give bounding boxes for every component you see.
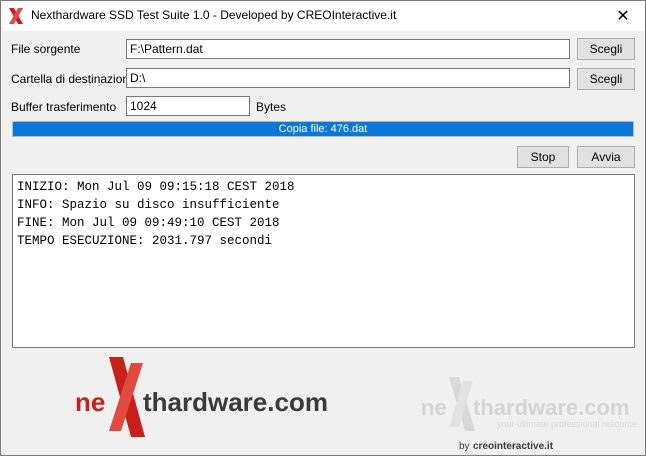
start-button[interactable]: Avvia xyxy=(577,146,635,168)
watermark-tagline: your ultimate professional resource xyxy=(497,419,637,429)
source-file-input[interactable] xyxy=(126,39,570,59)
source-file-label: File sorgente xyxy=(11,42,81,56)
logo-left-suffix: thardware.com xyxy=(143,387,328,417)
watermark-suffix: thardware.com xyxy=(473,395,630,420)
log-line: FINE: Mon Jul 09 09:49:10 CEST 2018 xyxy=(17,216,280,230)
buffer-unit-label: Bytes xyxy=(256,100,287,114)
buffer-size-input[interactable] xyxy=(126,96,250,116)
progress-text: Copia file: 476.dat xyxy=(278,123,368,135)
log-line: INFO: Spazio su disco insufficiente xyxy=(17,198,280,212)
client-area: File sorgente Scegli Cartella di destina… xyxy=(1,31,645,455)
destination-folder-label: Cartella di destinazione xyxy=(11,72,136,86)
destination-folder-input[interactable] xyxy=(126,68,570,88)
close-icon[interactable]: ✕ xyxy=(601,1,645,31)
credit-prefix: by xyxy=(459,441,470,452)
progress-bar: Copia file: 476.dat xyxy=(12,121,634,137)
title-bar[interactable]: Nexthardware SSD Test Suite 1.0 - Develo… xyxy=(1,1,645,31)
buffer-label: Buffer trasferimento xyxy=(11,100,117,114)
log-line: TEMPO ESECUZIONE: 2031.797 secondi xyxy=(17,234,273,248)
destination-browse-button[interactable]: Scegli xyxy=(577,68,635,90)
log-output[interactable]: INIZIO: Mon Jul 09 09:15:18 CEST 2018 INF… xyxy=(12,174,635,348)
app-window: Nexthardware SSD Test Suite 1.0 - Develo… xyxy=(0,0,646,456)
nexthardware-logo: ne thardware.com xyxy=(75,357,328,437)
watermark-prefix: ne xyxy=(421,395,447,420)
log-line: INIZIO: Mon Jul 09 09:15:18 CEST 2018 xyxy=(17,180,295,194)
window-title: Nexthardware SSD Test Suite 1.0 - Develo… xyxy=(31,8,397,22)
stop-button[interactable]: Stop xyxy=(517,146,569,168)
credit-name: creointeractive.it xyxy=(473,441,554,452)
source-browse-button[interactable]: Scegli xyxy=(577,38,635,60)
x-logo-icon xyxy=(9,8,23,24)
nexthardware-watermark: ne thardware.com your ultimate professio… xyxy=(421,377,637,452)
logo-left-prefix: ne xyxy=(75,387,105,417)
